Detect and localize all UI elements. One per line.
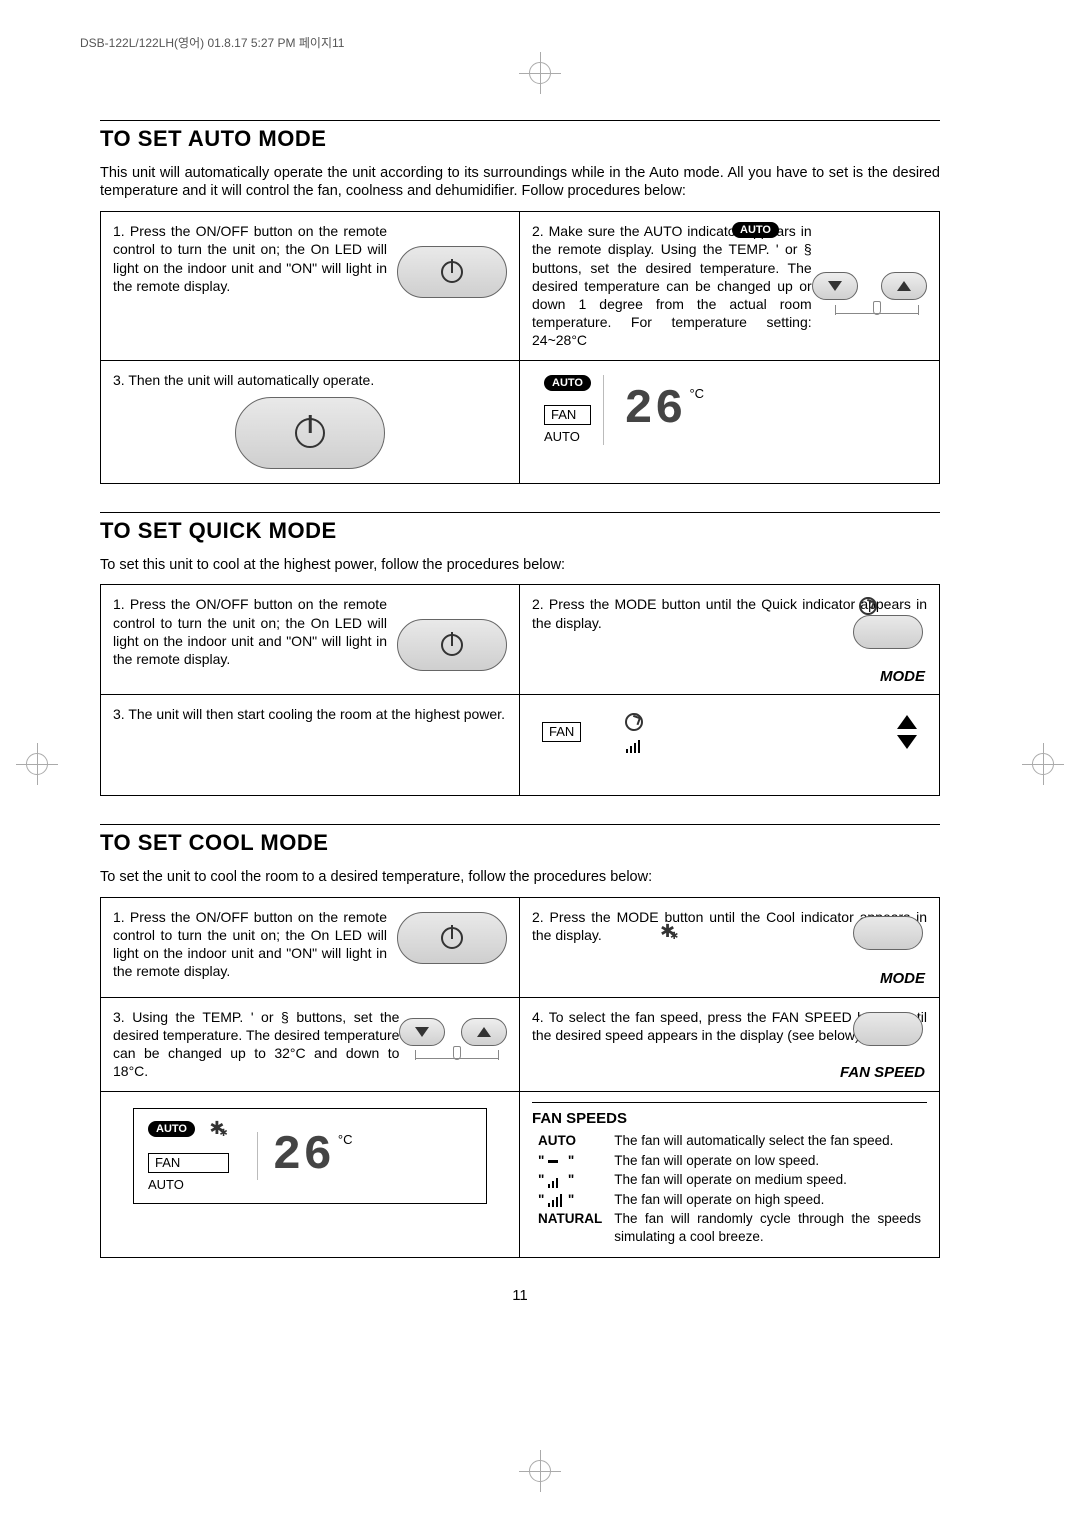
temp-readout: 26 [624,383,686,437]
fs-med-label: " " [532,1171,608,1191]
cool-display: AUTO FAN AUTO 26 °C [101,1092,520,1258]
quick-step3: 3. The unit will then start cooling the … [101,695,520,795]
fanspeeds-title: FAN SPEEDS [532,1102,927,1129]
quick-indicator-icon [857,595,879,617]
cool-step1: 1. Press the ON/OFF button on the remote… [101,898,520,998]
auto-indicator-pill: AUTO [732,222,779,238]
fs-high-label: " " [532,1191,608,1211]
down-arrow-icon [897,735,917,749]
auto-pill-display: AUTO [148,1121,195,1137]
mode-label: MODE [880,969,925,989]
quick-display: FAN [520,695,939,795]
auto-step1: 1. Press the ON/OFF button on the remote… [101,212,520,360]
fan-box-display: FAN [148,1153,229,1173]
fs-natural-desc: The fan will randomly cycle through the … [608,1210,927,1247]
cool-step1-text: 1. Press the ON/OFF button on the remote… [113,909,387,980]
auto-pill-display: AUTO [544,375,591,391]
cool-step3-text: 3. Using the TEMP. ' or § buttons, set t… [113,1009,399,1080]
power-button-icon-large [235,397,385,469]
fanspeed-label: FAN SPEED [840,1063,925,1083]
auto-label-display: AUTO [148,1177,229,1194]
registration-mark-bottom [519,1450,561,1492]
intro-cool: To set the unit to cool the room to a de… [100,868,940,887]
cool-step3: 3. Using the TEMP. ' or § buttons, set t… [101,998,520,1092]
temp-unit: °C [338,1132,353,1147]
auto-step3-text: 3. Then the unit will automatically oper… [113,372,374,388]
section-title-quick: TO SET QUICK MODE [100,517,940,546]
auto-step2-text: 2. Make sure the AUTO indicator appears … [532,223,812,348]
up-arrow-icon [897,715,917,729]
auto-step1-text: 1. Press the ON/OFF button on the remote… [113,223,387,294]
power-button-icon [397,619,507,671]
quick-indicator-icon [623,711,645,733]
temp-scale-icon [827,301,927,321]
registration-mark-right [1022,743,1064,785]
section-cool: TO SET COOL MODE To set the unit to cool… [100,824,940,1258]
auto-label-display: AUTO [544,429,591,446]
temp-down-icon [812,272,858,300]
registration-mark-left [16,743,58,785]
fan-box-display: FAN [544,405,591,425]
page-content: TO SET AUTO MODE This unit will automati… [100,120,940,1306]
fan-box-display: FAN [542,722,581,742]
auto-step2: 2. Make sure the AUTO indicator appears … [520,212,939,360]
auto-display: AUTO FAN AUTO 26 °C [520,361,939,483]
intro-quick: To set this unit to cool at the highest … [100,556,940,575]
cool-indicator-icon [660,922,680,942]
arrow-stack [897,715,917,749]
quick-step1-text: 1. Press the ON/OFF button on the remote… [113,596,387,667]
fan-speeds-table: FAN SPEEDS AUTO The fan will automatical… [520,1092,939,1258]
registration-mark-top [519,52,561,94]
temp-up-icon [881,272,927,300]
temp-down-icon [399,1018,445,1046]
section-auto: TO SET AUTO MODE This unit will automati… [100,120,940,484]
fs-natural-label: NATURAL [532,1210,608,1247]
mode-button-icon [853,916,923,950]
mode-label: MODE [880,667,925,687]
fs-high-desc: The fan will operate on high speed. [608,1191,927,1211]
fs-auto-label: AUTO [532,1132,608,1152]
fs-auto-desc: The fan will automatically select the fa… [608,1132,927,1152]
temp-up-icon [461,1018,507,1046]
fanspeed-button-icon [853,1012,923,1046]
auto-step3: 3. Then the unit will automatically oper… [101,361,520,483]
section-title-auto: TO SET AUTO MODE [100,125,940,154]
power-button-icon [397,246,507,298]
fan-bars-icon [626,739,642,753]
fs-low-desc: The fan will operate on low speed. [608,1152,927,1172]
quick-step3-text: 3. The unit will then start cooling the … [113,706,505,722]
mode-button-icon [853,615,923,649]
cool-step2: 2. Press the MODE button until the Cool … [520,898,939,998]
section-title-cool: TO SET COOL MODE [100,829,940,858]
page-number: 11 [100,1286,940,1306]
quick-step1: 1. Press the ON/OFF button on the remote… [101,585,520,695]
power-button-icon [397,912,507,964]
quick-step2: 2. Press the MODE button until the Quick… [520,585,939,695]
temp-scale-icon [407,1046,507,1066]
temp-unit: °C [689,386,704,401]
cool-step4: 4. To select the fan speed, press the FA… [520,998,939,1092]
print-header: DSB-122L/122LH(영어) 01.8.17 5:27 PM 페이지11 [80,36,344,52]
section-quick: TO SET QUICK MODE To set this unit to co… [100,512,940,796]
fs-low-label: " " [532,1152,608,1172]
temp-readout: 26 [272,1129,334,1183]
fs-med-desc: The fan will operate on medium speed. [608,1171,927,1191]
intro-auto: This unit will automatically operate the… [100,164,940,202]
cool-indicator-icon [209,1119,229,1139]
